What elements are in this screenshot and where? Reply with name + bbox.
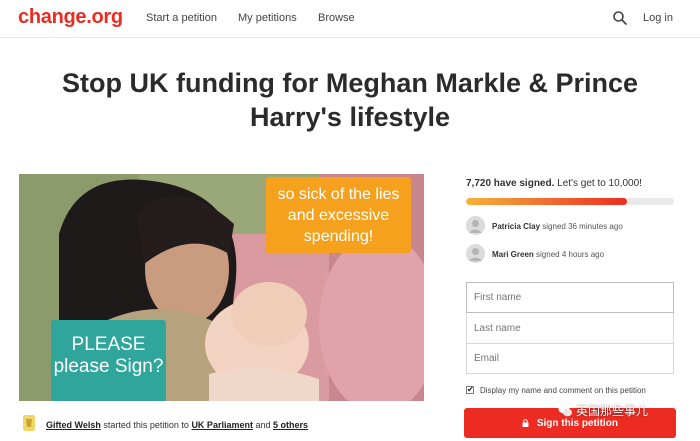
petition-image: so sick of the lies and excessive spendi… — [19, 174, 424, 401]
nav-browse[interactable]: Browse — [318, 12, 355, 24]
nav-start-petition[interactable]: Start a petition — [146, 12, 217, 24]
signature-goal-text: Let's get to 10,000! — [557, 178, 642, 189]
display-name-checkbox-label: Display my name and comment on this peti… — [480, 386, 646, 395]
signer-name: Mari Green — [492, 250, 534, 259]
avatar-icon — [466, 244, 485, 263]
signer-name: Patricia Clay — [492, 222, 541, 231]
login-link[interactable]: Log in — [643, 12, 673, 24]
signature-progress-fill — [466, 198, 627, 205]
overlay-caption-teal-text: PLEASE please Sign? — [53, 334, 164, 377]
wechat-icon — [558, 404, 572, 417]
avatar-icon — [466, 216, 485, 235]
signature-progress-bar — [466, 198, 674, 205]
starter-text-1: started this petition to — [103, 420, 189, 430]
signature-count: 7,720 have signed. Let's get to 10,000! — [466, 178, 642, 189]
change-org-logo[interactable]: change.org — [18, 6, 123, 29]
overlay-caption-orange: so sick of the lies and excessive spendi… — [266, 177, 411, 253]
starter-avatar — [23, 415, 35, 431]
petition-target-link[interactable]: UK Parliament — [191, 420, 253, 430]
search-icon[interactable] — [612, 10, 628, 26]
overlay-caption-orange-text: so sick of the lies and excessive spendi… — [277, 186, 400, 245]
petition-starter-line: Gifted Welsh started this petition to UK… — [19, 415, 439, 435]
overlay-caption-teal: PLEASE please Sign? — [51, 320, 166, 401]
others-link[interactable]: 5 others — [273, 420, 308, 430]
lock-icon — [522, 419, 529, 427]
first-name-field[interactable] — [466, 282, 674, 313]
starter-text-2: and — [255, 420, 271, 430]
signature-count-value: 7,720 have signed. — [466, 178, 555, 189]
starter-name-link[interactable]: Gifted Welsh — [46, 420, 101, 430]
petition-title: Stop UK funding for Meghan Markle & Prin… — [61, 68, 639, 132]
nav-my-petitions[interactable]: My petitions — [238, 12, 297, 24]
signer-action: signed 36 minutes ago — [542, 222, 623, 231]
top-navigation-bar: change.org Start a petition My petitions… — [0, 0, 700, 38]
display-name-checkbox[interactable] — [466, 385, 474, 394]
last-name-field[interactable] — [466, 313, 674, 344]
wechat-watermark: 英国那些事儿 — [558, 402, 678, 420]
email-field[interactable] — [466, 344, 674, 374]
signer-action: signed 4 hours ago — [536, 250, 605, 259]
watermark-text: 英国那些事儿 — [576, 404, 649, 418]
